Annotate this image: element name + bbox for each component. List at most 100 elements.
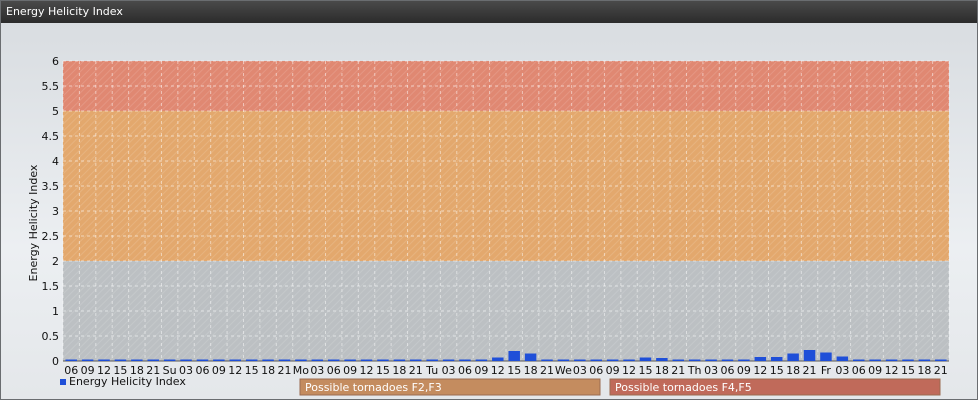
ehi-bar [721,359,734,361]
x-tick-label: 18 [655,364,669,377]
x-tick-label: 06 [589,364,603,377]
ehi-bar [639,357,652,361]
y-tick-label: 0 [52,355,59,368]
x-tick-label: 12 [753,364,767,377]
x-tick-label: 03 [573,364,587,377]
x-tick-label: 03 [442,364,456,377]
x-tick-label: Tu [425,364,438,377]
x-tick-label: 12 [491,364,505,377]
ehi-bar [820,352,832,361]
ehi-bar [229,359,242,361]
plot-area: 0 0.5 1 1.5 2 2.5 3 3.5 4 4.5 5 5.5 6 06 09 12 15 18 21 Su… [1,23,977,399]
title-bar: Energy Helicity Index [1,1,977,23]
x-tick-label: 21 [540,364,554,377]
ehi-bar [262,359,274,361]
x-tick-label: 06 [458,364,472,377]
x-tick-label: 15 [638,364,652,377]
band-legend-label: Possible tornadoes F2,F3 [305,381,442,394]
x-tick-label: 15 [901,364,915,377]
ehi-bar [196,359,209,361]
x-tick-label: 09 [737,364,751,377]
y-tick-label: 4 [52,155,59,168]
x-tick-label: 12 [360,364,374,377]
ehi-bar [131,359,143,361]
legend-label: Energy Helicity Index [69,375,186,388]
ehi-bar [114,359,127,361]
ehi-bar [623,359,635,361]
x-tick-label: 15 [770,364,784,377]
x-tick-label: 15 [376,364,390,377]
legend-swatch [60,379,66,385]
x-tick-label: 12 [228,364,242,377]
ehi-bar [426,359,438,361]
x-tick-label: 21 [278,364,292,377]
x-tick-label: 15 [245,364,259,377]
ehi-bar [278,359,291,361]
ehi-bar [705,359,717,361]
x-tick-label: 09 [606,364,620,377]
x-tick-label: Th [687,364,702,377]
ehi-bar [442,359,455,361]
ehi-bar [65,359,77,361]
ehi-bar [590,359,602,361]
y-tick-label: 2.5 [42,230,60,243]
x-tick-label: 18 [392,364,406,377]
y-tick-label: 1 [52,305,59,318]
x-tick-label: 21 [671,364,685,377]
x-tick-label: Fr [821,364,832,377]
ehi-bar [377,359,389,361]
x-tick-label: 06 [852,364,866,377]
ehi-bar [213,359,225,361]
ehi-bar [885,359,898,361]
ehi-bar [98,359,110,361]
ehi-bar [836,356,849,361]
x-tick-label: 09 [212,364,226,377]
ehi-bar [393,359,406,361]
ehi-bar [147,359,159,361]
y-tick-label: 0.5 [42,330,60,343]
y-tick-label: 1.5 [42,280,60,293]
ehi-bar [574,359,586,361]
x-tick-label: 03 [704,364,718,377]
ehi-bar [770,357,783,361]
ehi-bar [344,359,356,361]
ehi-bar [688,359,701,361]
x-tick-label: 18 [917,364,931,377]
ehi-bar [803,350,816,361]
x-tick-label: 21 [803,364,817,377]
x-tick-label: 06 [327,364,341,377]
ehi-bar [541,359,553,361]
ehi-bar [311,359,324,361]
ehi-bar [935,359,947,361]
y-tick-label: 5 [52,105,59,118]
ehi-bar [524,353,537,361]
y-tick-label: 3 [52,205,59,218]
x-tick-label: 06 [721,364,735,377]
ehi-bar [295,359,307,361]
x-tick-label: 03 [310,364,324,377]
ehi-bar [508,351,520,361]
ehi-bar [459,359,471,361]
ehi-bar [360,359,373,361]
ehi-bar [918,359,931,361]
x-tick-label: 09 [474,364,488,377]
ehi-bar [754,357,767,361]
ehi-bar [738,359,750,361]
ehi-bar [81,359,94,361]
ehi-bar [475,359,488,361]
ehi-bar [557,359,570,361]
ehi-bar [656,358,668,361]
ehi-bar [492,357,504,361]
ehi-bar [853,359,865,361]
y-tick-label: 6 [52,55,59,68]
x-tick-label: 18 [786,364,800,377]
ehi-bar [245,359,258,361]
x-tick-label: We [555,364,572,377]
x-tick-label: 06 [195,364,209,377]
x-tick-label: 03 [835,364,849,377]
x-tick-label: 12 [622,364,636,377]
ehi-bar [410,359,422,361]
x-tick-label: 18 [524,364,538,377]
x-tick-label: 15 [507,364,521,377]
x-tick-label: 09 [868,364,882,377]
